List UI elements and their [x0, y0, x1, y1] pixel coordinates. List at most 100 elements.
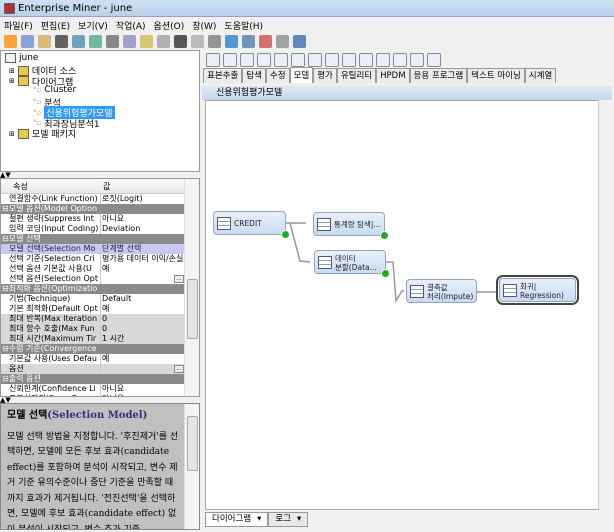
property-group[interactable]: ⊟모델 옵션(Model Option [1, 204, 185, 214]
bottom-tabs: 다이어그램 ▾ 로그 ▾ [205, 512, 309, 527]
node-impute[interactable]: 결측값 처리(Impute) [406, 279, 477, 303]
palette-node-icon[interactable] [410, 52, 424, 67]
diagram-icon: °▫ [33, 98, 42, 106]
property-row[interactable]: 최대 함수 호출(Max Fun 0 [1, 324, 185, 334]
menu-item[interactable]: 작업(A) [116, 19, 146, 32]
palette-node-icon[interactable] [206, 52, 220, 67]
toolbar-button-icon[interactable] [259, 35, 272, 48]
toolbar-button-icon[interactable] [89, 35, 102, 48]
properties-scrollbar[interactable] [184, 179, 199, 396]
palette-node-icon[interactable] [240, 52, 254, 67]
property-row[interactable]: 기본 최적화(Default Opt 예 [1, 304, 185, 314]
toolbar-button-icon[interactable] [276, 35, 289, 48]
toolbar-button-icon[interactable] [72, 35, 85, 48]
property-row[interactable]: 입력 코딩(Input Coding) Deviation [1, 224, 185, 234]
title-bar: Enterprise Miner - june [0, 0, 614, 17]
toolbar-button-icon[interactable] [106, 35, 119, 48]
property-row[interactable]: 모델 선택(Selection Mo 단계별 선택 [1, 244, 185, 254]
palette-node-icon[interactable] [308, 52, 322, 67]
palette-node-icon[interactable] [342, 52, 356, 67]
tree-item[interactable]: ⊞ 모델 패키지 [9, 127, 76, 140]
tab-7[interactable]: 응용 프로그램 [409, 68, 468, 83]
window-title: Enterprise Miner - june [18, 3, 133, 14]
toolbar-button-icon[interactable] [191, 35, 204, 48]
tab-8[interactable]: 텍스트 마이닝 [467, 68, 525, 83]
property-group[interactable]: ⊟최적화 옵션(Optimizatio [1, 284, 185, 294]
palette-node-icon[interactable] [223, 52, 237, 67]
expand-icon[interactable]: ⊞ [9, 67, 15, 75]
palette-node-icon[interactable] [257, 52, 271, 67]
palette-node-icon[interactable] [325, 52, 339, 67]
menu-item[interactable]: 보기(V) [78, 19, 108, 32]
property-row[interactable]: 최대 반복(Max Iteration 0 [1, 314, 185, 324]
toolbar-button-icon[interactable] [208, 35, 221, 48]
toolbar-button-icon[interactable] [174, 35, 187, 48]
toolbar-button-icon[interactable] [242, 35, 255, 48]
tab-6[interactable]: HPDM [376, 68, 410, 83]
palette-node-icon[interactable] [376, 52, 390, 67]
tab-0[interactable]: 표본추출 [203, 68, 243, 83]
tab-2[interactable]: 수정 [265, 68, 290, 83]
menu-item[interactable]: 도움말(H) [224, 19, 263, 32]
help-scrollbar[interactable] [184, 404, 199, 529]
diagram-canvas[interactable]: CREDIT 통계량 탐색|... 데이터 분할(Data... 결측값 처리(Imput… [205, 100, 611, 510]
property-row[interactable]: 신뢰한계(Confidence Li 아니요 [1, 384, 185, 394]
tab-4[interactable]: 평가 [313, 68, 337, 83]
property-row[interactable]: 선택 옵션(Selection Opt... [1, 274, 185, 284]
property-group[interactable]: ⊟수렴 기준(Convergence [1, 344, 185, 354]
node-part[interactable]: 데이터 분할(Data... [314, 250, 390, 278]
property-row[interactable]: 선택 기준(Selection Cri 평가용 데이터 이익/손실 [1, 254, 185, 264]
ellipsis-button[interactable]: ... [174, 365, 184, 373]
tree-root[interactable]: june [5, 53, 38, 63]
property-group[interactable]: ⊟모델 선택 [1, 234, 185, 244]
menu-item[interactable]: 파일(F) [4, 19, 33, 32]
palette-node-icon[interactable] [393, 52, 407, 67]
node-icon [318, 256, 332, 269]
menu-item[interactable]: 편집(E) [41, 19, 70, 32]
chevron-down-icon[interactable]: ▾ [257, 513, 261, 526]
tab-1[interactable]: 탐색 [242, 68, 266, 83]
tab-9[interactable]: 시계열 [524, 68, 557, 83]
property-row[interactable]: 연결함수(Link Function) 로짓(Logit) [1, 194, 185, 204]
toolbar-button-icon[interactable] [123, 35, 136, 48]
toolbar-button-icon[interactable] [38, 35, 51, 48]
toolbar-button-icon[interactable] [225, 35, 238, 48]
chevron-down-icon[interactable]: ▾ [297, 513, 301, 526]
toolbar-button-icon[interactable] [55, 35, 68, 48]
tab-3[interactable]: 모델 [289, 67, 314, 83]
node-reg[interactable]: 회귀| Regression) [496, 275, 579, 305]
help-text: 모델 선택 방법을 지정합니다. '후진제거'를 선택하면, 모델에 모든 후보… [7, 431, 179, 530]
palette-node-icon[interactable] [427, 52, 441, 67]
toolbar-button-icon[interactable] [140, 35, 153, 48]
menu-item[interactable]: 창(W) [192, 19, 216, 32]
toolbar-button-icon[interactable] [4, 35, 17, 48]
property-row[interactable]: 기본값 사용(Uses Defau 예 [1, 354, 185, 364]
property-row[interactable]: 옵션... [1, 364, 185, 374]
help-panel: 모델 선택(Selection Model) 모델 선택 방법을 지정합니다. … [0, 403, 200, 530]
toolbar-button-icon[interactable] [157, 35, 170, 48]
bottom-tab-0[interactable]: 다이어그램 ▾ [205, 512, 269, 527]
node-icon [410, 285, 424, 298]
toolbar [0, 33, 614, 50]
toolbar-button-icon[interactable] [293, 35, 306, 48]
node-stat[interactable]: 통계량 탐색|... [313, 212, 389, 240]
property-row[interactable]: 기법(Technique) Default [1, 294, 185, 304]
bottom-tab-1[interactable]: 로그 ▾ [268, 512, 309, 527]
canvas-scrollbar[interactable] [598, 100, 612, 510]
palette-node-icon[interactable] [291, 52, 305, 67]
node-icon [317, 218, 331, 231]
expand-icon[interactable]: ⊞ [9, 130, 15, 138]
node-credit[interactable]: CREDIT [213, 211, 290, 239]
expand-icon[interactable]: ⊞ [9, 77, 15, 85]
property-row[interactable]: 최대 시간(Maximum Tir 1 시간 [1, 334, 185, 344]
palette-node-icon[interactable] [359, 52, 373, 67]
property-group[interactable]: ⊟출력 옵션 [1, 374, 185, 384]
toolbar-button-icon[interactable] [21, 35, 34, 48]
menu-item[interactable]: 옵션(O) [154, 19, 185, 32]
palette-node-icon[interactable] [274, 52, 288, 67]
tab-5[interactable]: 유틸리티 [336, 68, 377, 83]
property-row[interactable]: 절편 생략(Suppress Int 아니요 [1, 214, 185, 224]
ellipsis-button[interactable]: ... [174, 275, 184, 283]
tree-item[interactable]: °▫ Cluster [33, 85, 76, 95]
property-row[interactable]: 선택 옵션 기본값 사용(U 예 [1, 264, 185, 274]
